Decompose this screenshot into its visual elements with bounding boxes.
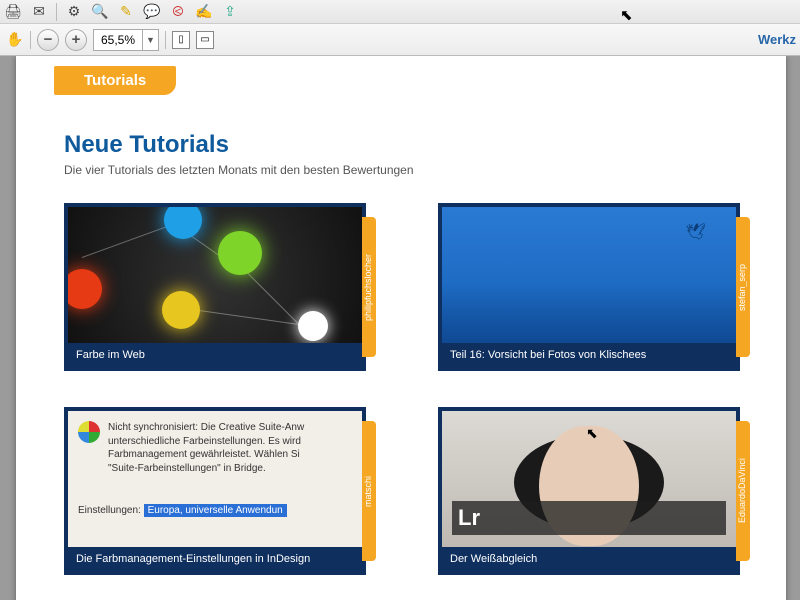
tools-label[interactable]: Werkz — [758, 32, 796, 47]
mail-icon[interactable]: ✉ — [30, 3, 48, 21]
zoom-field[interactable]: ▼ — [93, 29, 159, 51]
gear-icon[interactable]: ⚙ — [65, 3, 83, 21]
dialog-settings-row: Einstellungen: Europa, universelle Anwen… — [78, 505, 352, 516]
mouse-cursor-icon: ⬉ — [586, 425, 598, 442]
tutorial-thumbnail — [68, 207, 362, 343]
section-tab-strip: Tutorials — [16, 56, 786, 95]
dialog-message: Nicht synchronisiert: Die Creative Suite… — [108, 421, 352, 475]
zoom-in-button[interactable]: + — [65, 29, 87, 51]
author-badge: matschi — [362, 421, 376, 561]
author-badge: philipfuchslocher — [362, 217, 376, 357]
hand-tool-icon[interactable]: ✋ — [6, 31, 24, 49]
author-name: matschi — [362, 421, 374, 561]
lightroom-badge: Lr — [458, 505, 480, 531]
print-icon[interactable]: 🖨 — [4, 3, 22, 21]
zoom-out-button[interactable]: − — [37, 29, 59, 51]
author-badge: EduardoDaVinci — [736, 421, 750, 561]
color-wheel-icon — [78, 421, 100, 443]
zoom-input[interactable] — [94, 33, 142, 47]
search-icon[interactable]: 🔍 — [91, 3, 109, 21]
stop-icon[interactable]: ⧀ — [169, 3, 187, 21]
document-viewport: Tutorials Neue Tutorials Die vier Tutori… — [0, 56, 800, 600]
separator — [30, 31, 31, 49]
page-heading: Neue Tutorials Die vier Tutorials des le… — [16, 95, 786, 177]
toolbar-icons: 🖨 ✉ ⚙ 🔍 ✎ 💬 ⧀ ✍ ⇪ — [0, 0, 800, 24]
comment-icon[interactable]: 💬 — [143, 3, 161, 21]
zoom-dropdown-icon[interactable]: ▼ — [142, 30, 158, 50]
tutorial-card[interactable]: Farbe im Web philipfuchslocher — [64, 203, 366, 371]
tutorial-thumbnail: Nicht synchronisiert: Die Creative Suite… — [68, 411, 362, 547]
page-subtitle: Die vier Tutorials des letzten Monats mi… — [64, 163, 786, 177]
tutorial-title: Farbe im Web — [68, 343, 362, 367]
tutorial-thumbnail: ⬉ Lr — [442, 411, 736, 547]
tutorial-grid: Farbe im Web philipfuchslocher 🕊 Teil 16… — [16, 177, 786, 575]
author-name: stefan_serp — [736, 217, 748, 357]
signature-icon[interactable]: ✍ — [195, 3, 213, 21]
tutorials-tab: Tutorials — [54, 66, 176, 95]
tutorial-title: Die Farbmanagement-Einstellungen in InDe… — [68, 547, 362, 571]
tutorial-card[interactable]: 🕊 Teil 16: Vorsicht bei Fotos von Klisch… — [438, 203, 740, 371]
share-icon[interactable]: ⇪ — [221, 3, 239, 21]
separator — [165, 31, 166, 49]
document-page: Tutorials Neue Tutorials Die vier Tutori… — [16, 56, 786, 600]
fit-page-icon[interactable]: ▯ — [172, 31, 190, 49]
tutorial-card[interactable]: Nicht synchronisiert: Die Creative Suite… — [64, 407, 366, 575]
fit-width-icon[interactable]: ▭ — [196, 31, 214, 49]
toolbar-zoom: ✋ − + ▼ ▯ ▭ Werkz — [0, 24, 800, 56]
author-name: EduardoDaVinci — [736, 421, 748, 561]
tutorial-title: Teil 16: Vorsicht bei Fotos von Klischee… — [442, 343, 736, 367]
tutorial-title: Der Weißabgleich — [442, 547, 736, 571]
mouse-cursor: ⬉ — [620, 6, 633, 24]
separator — [56, 3, 57, 21]
author-name: philipfuchslocher — [362, 217, 374, 357]
tutorial-thumbnail: 🕊 — [442, 207, 736, 343]
bird-icon: 🕊 — [686, 222, 706, 242]
highlight-icon[interactable]: ✎ — [117, 3, 135, 21]
author-badge: stefan_serp — [736, 217, 750, 357]
page-title: Neue Tutorials — [64, 131, 786, 159]
tutorial-card[interactable]: ⬉ Lr Der Weißabgleich EduardoDaVinci — [438, 407, 740, 575]
